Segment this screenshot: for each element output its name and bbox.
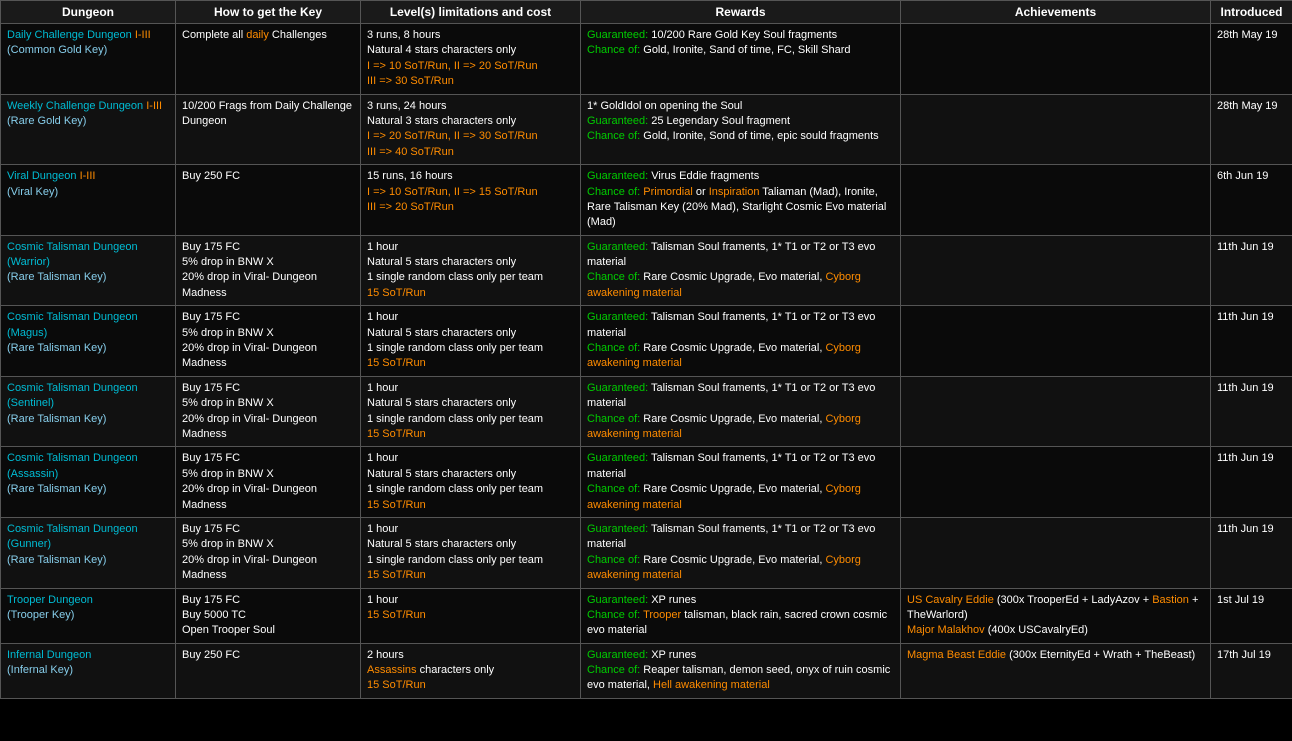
table-row: Viral Dungeon I-III (Viral Key) Buy 250 … (1, 165, 1292, 236)
header-achievements: Achievements (901, 1, 1211, 24)
achievements-info (901, 165, 1211, 236)
table-row: Daily Challenge Dungeon I-III (Common Go… (1, 24, 1292, 95)
rewards-info: Guaranteed: Talisman Soul framents, 1* T… (581, 447, 901, 518)
table-row: Trooper Dungeon (Trooper Key) Buy 175 FC… (1, 588, 1292, 643)
table-row: Cosmic Talisman Dungeon (Magus) (Rare Ta… (1, 306, 1292, 377)
key-info: Buy 250 FC (176, 643, 361, 698)
achievements-info (901, 235, 1211, 306)
dungeon-name: Infernal Dungeon (Infernal Key) (1, 643, 176, 698)
level-info: 1 hour Natural 5 stars characters only 1… (361, 517, 581, 588)
key-info: Buy 175 FC 5% drop in BNW X 20% drop in … (176, 235, 361, 306)
level-info: 1 hour 15 SoT/Run (361, 588, 581, 643)
introduced-date: 11th Jun 19 (1211, 306, 1292, 377)
table-row: Cosmic Talisman Dungeon (Sentinel) (Rare… (1, 376, 1292, 447)
header-introduced: Introduced (1211, 1, 1292, 24)
achievements-info (901, 376, 1211, 447)
level-info: 1 hour Natural 5 stars characters only 1… (361, 235, 581, 306)
dungeon-name: Cosmic Talisman Dungeon (Warrior) (Rare … (1, 235, 176, 306)
introduced-date: 11th Jun 19 (1211, 235, 1292, 306)
dungeon-name: Trooper Dungeon (Trooper Key) (1, 588, 176, 643)
rewards-info: Guaranteed: Talisman Soul framents, 1* T… (581, 376, 901, 447)
table-row: Infernal Dungeon (Infernal Key) Buy 250 … (1, 643, 1292, 698)
table-row: Cosmic Talisman Dungeon (Assassin) (Rare… (1, 447, 1292, 518)
header-dungeon: Dungeon (1, 1, 176, 24)
key-info: Buy 175 FC 5% drop in BNW X 20% drop in … (176, 376, 361, 447)
rewards-info: Guaranteed: Talisman Soul framents, 1* T… (581, 235, 901, 306)
level-info: 2 hours Assassins characters only 15 SoT… (361, 643, 581, 698)
introduced-date: 11th Jun 19 (1211, 517, 1292, 588)
level-info: 15 runs, 16 hours I => 10 SoT/Run, II =>… (361, 165, 581, 236)
key-info: Buy 175 FC 5% drop in BNW X 20% drop in … (176, 447, 361, 518)
rewards-info: Guaranteed: Talisman Soul framents, 1* T… (581, 517, 901, 588)
rewards-info: Guaranteed: XP runes Chance of: Trooper … (581, 588, 901, 643)
level-info: 1 hour Natural 5 stars characters only 1… (361, 376, 581, 447)
key-info: Buy 175 FC 5% drop in BNW X 20% drop in … (176, 306, 361, 377)
achievements-info: US Cavalry Eddie (300x TrooperEd + LadyA… (901, 588, 1211, 643)
dungeon-name: Cosmic Talisman Dungeon (Magus) (Rare Ta… (1, 306, 176, 377)
achievements-info (901, 517, 1211, 588)
introduced-date: 17th Jul 19 (1211, 643, 1292, 698)
introduced-date: 28th May 19 (1211, 24, 1292, 95)
header-rewards: Rewards (581, 1, 901, 24)
table-row: Cosmic Talisman Dungeon (Gunner) (Rare T… (1, 517, 1292, 588)
introduced-date: 6th Jun 19 (1211, 165, 1292, 236)
achievements-info: Magma Beast Eddie (300x EternityEd + Wra… (901, 643, 1211, 698)
key-info: Complete all daily Challenges (176, 24, 361, 95)
introduced-date: 1st Jul 19 (1211, 588, 1292, 643)
dungeon-name: Daily Challenge Dungeon I-III (Common Go… (1, 24, 176, 95)
achievements-info (901, 24, 1211, 95)
introduced-date: 11th Jun 19 (1211, 447, 1292, 518)
dungeon-name: Viral Dungeon I-III (Viral Key) (1, 165, 176, 236)
level-info: 1 hour Natural 5 stars characters only 1… (361, 306, 581, 377)
level-info: 3 runs, 8 hours Natural 4 stars characte… (361, 24, 581, 95)
rewards-info: 1* GoldIdol on opening the Soul Guarante… (581, 94, 901, 165)
introduced-date: 11th Jun 19 (1211, 376, 1292, 447)
rewards-info: Guaranteed: XP runes Chance of: Reaper t… (581, 643, 901, 698)
rewards-info: Guaranteed: Virus Eddie fragments Chance… (581, 165, 901, 236)
achievements-info (901, 306, 1211, 377)
table-row: Weekly Challenge Dungeon I-III (Rare Gol… (1, 94, 1292, 165)
introduced-date: 28th May 19 (1211, 94, 1292, 165)
key-info: Buy 250 FC (176, 165, 361, 236)
key-info: Buy 175 FC 5% drop in BNW X 20% drop in … (176, 517, 361, 588)
level-info: 1 hour Natural 5 stars characters only 1… (361, 447, 581, 518)
key-info: Buy 175 FC Buy 5000 TC Open Trooper Soul (176, 588, 361, 643)
level-info: 3 runs, 24 hours Natural 3 stars charact… (361, 94, 581, 165)
achievements-info (901, 447, 1211, 518)
header-level: Level(s) limitations and cost (361, 1, 581, 24)
dungeon-name: Cosmic Talisman Dungeon (Assassin) (Rare… (1, 447, 176, 518)
achievements-info (901, 94, 1211, 165)
header-key: How to get the Key (176, 1, 361, 24)
dungeon-name: Weekly Challenge Dungeon I-III (Rare Gol… (1, 94, 176, 165)
table-row: Cosmic Talisman Dungeon (Warrior) (Rare … (1, 235, 1292, 306)
rewards-info: Guaranteed: Talisman Soul framents, 1* T… (581, 306, 901, 377)
rewards-info: Guaranteed: 10/200 Rare Gold Key Soul fr… (581, 24, 901, 95)
key-info: 10/200 Frags from Daily Challenge Dungeo… (176, 94, 361, 165)
dungeon-name: Cosmic Talisman Dungeon (Gunner) (Rare T… (1, 517, 176, 588)
dungeon-name: Cosmic Talisman Dungeon (Sentinel) (Rare… (1, 376, 176, 447)
